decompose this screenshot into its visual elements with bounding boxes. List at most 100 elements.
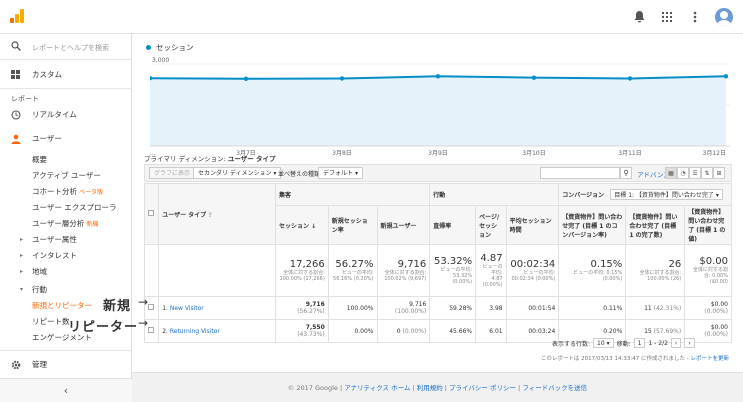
total-new-users-cell: 9,716 全体に対する割合: 100.02% (9,697)	[376, 244, 431, 297]
col-pages-per-session[interactable]: ページ/セッション	[475, 205, 507, 245]
sidebar-item-admin[interactable]: 管理	[0, 356, 132, 374]
total-pps: 4.87	[480, 253, 503, 264]
created-text: このレポートは 2017/03/13 14:33:47 に作成されました -	[540, 356, 691, 362]
goal-select-value: 目標 1: 【資貨物件】問い合わせ完了	[614, 192, 714, 199]
prev-page-button[interactable]: ‹	[670, 338, 682, 348]
sidebar-item-custom[interactable]: カスタム	[0, 66, 132, 84]
apps-grid-icon[interactable]	[659, 9, 675, 25]
col-new-users[interactable]: 新規ユーザー	[376, 205, 431, 245]
row-checkbox[interactable]	[148, 327, 154, 333]
table-toolbar: グラフに表示 セカンダリ ディメンション ▾ 並べ替えの種類: デフォルト ▾ …	[144, 164, 732, 182]
total-pps-sub: ビューの平均: 4.87 (0.00%)	[482, 264, 503, 288]
chevron-down-icon: ▾	[354, 170, 358, 177]
sidebar-item-label: 地域	[32, 267, 47, 276]
new-users-cell: 9,716 (100.00%)	[376, 296, 431, 320]
col-goal-completions[interactable]: 【資貨物件】問い合わせ完了 (目標 1 の完了数)	[625, 205, 686, 245]
refresh-report-link[interactable]: レポートを更新	[690, 356, 729, 362]
column-header-label: 新規セッション率	[331, 218, 368, 234]
col-new-session-rate[interactable]: 新規セッション率	[327, 205, 378, 245]
graph-legend: セッション	[146, 42, 194, 53]
row-sessions-pct: (56.27%)	[297, 308, 325, 315]
col-user-type[interactable]: ユーザー タイプ ?	[158, 183, 276, 245]
total-avg-time-cell: 00:02:34 ビューの平均: 00:02:34 (0.00%)	[505, 244, 560, 297]
pivot-view-icon[interactable]: ⊞	[713, 167, 725, 179]
row-completions: 15	[644, 327, 652, 335]
primary-dimension-value[interactable]: ユーザー タイプ	[228, 155, 276, 163]
secondary-dimension-dropdown[interactable]: セカンダリ ディメンション ▾	[193, 167, 282, 179]
goto-page-input[interactable]: 1	[633, 338, 646, 348]
bell-icon[interactable]	[631, 9, 647, 25]
table-view-icon[interactable]: ▦	[665, 167, 677, 179]
x-tick-label: 3月8日	[332, 150, 352, 157]
select-all-checkbox[interactable]	[148, 210, 154, 216]
sidebar-item-realtime[interactable]: リアルタイム	[0, 106, 132, 124]
x-tick-label: 3月10日	[522, 150, 545, 157]
acquisition-group-header: 集客	[274, 183, 431, 206]
collapse-sidebar-button[interactable]: ‹	[0, 378, 132, 402]
series-point	[723, 74, 729, 79]
sidebar-item-label: カスタム	[32, 70, 62, 79]
row-sessions-pct: (43.73%)	[297, 331, 325, 338]
totals-row: 17,266 全体に対する割合: 100.00% (17,266) 56.27% ビ…	[143, 244, 732, 297]
gear-icon	[11, 356, 21, 377]
col-sessions[interactable]: セッション ↓	[274, 205, 329, 245]
performance-view-icon[interactable]: ☰	[689, 167, 701, 179]
col-goal-conversion-rate[interactable]: 【資貨物件】問い合わせ完了 (目標 1 のコンバージョン率)	[558, 205, 627, 245]
total-new-users: 9,716	[397, 259, 427, 270]
sidebar-item-geo[interactable]: ▸ 地域	[0, 263, 132, 281]
plot-rows-button[interactable]: グラフに表示	[149, 167, 196, 179]
footer-link-terms[interactable]: 利用規約	[417, 384, 443, 392]
col-avg-session-duration[interactable]: 平均セッション時間	[505, 205, 560, 245]
table-search-input[interactable]	[540, 167, 620, 179]
new-users-cell: 0 (0.00%)	[376, 319, 431, 343]
goal-select-dropdown[interactable]: 目標 1: 【資貨物件】問い合わせ完了 ▾	[610, 189, 723, 200]
sidebar-item-users[interactable]: ユーザー	[0, 130, 132, 148]
analytics-logo[interactable]	[10, 9, 24, 23]
total-conv-rate-sub: ビューの平均: 0.15% (0.00%)	[573, 270, 623, 282]
row-user-type-link[interactable]: Returning Visitor	[170, 328, 220, 335]
footer-link-home[interactable]: アナリティクス ホーム	[344, 384, 410, 392]
x-tick-label: 3月11日	[618, 150, 641, 157]
goto-label: 移動:	[616, 340, 631, 348]
more-vert-icon[interactable]	[687, 9, 703, 25]
row-value-pct: (0.00%)	[704, 308, 728, 315]
row-value-pct: (0.00%)	[704, 331, 728, 338]
rows-label: 表示する行数:	[552, 340, 591, 348]
row-index: 2.	[162, 327, 168, 335]
footer-link-feedback[interactable]: フィードバックを送信	[522, 384, 587, 392]
footer-link-privacy[interactable]: プライバシー ポリシー	[449, 384, 516, 392]
col-bounce-rate[interactable]: 直帰率	[429, 205, 477, 245]
row-checkbox[interactable]	[148, 304, 154, 310]
row-pps: 3.98	[475, 296, 507, 320]
sessions-cell: 9,716 (56.27%)	[274, 296, 329, 320]
account-avatar[interactable]	[715, 8, 733, 26]
search-icon[interactable]: ⚲	[620, 167, 632, 179]
sidebar: レポートとヘルプを検索 カスタム レポート リアルタイム ユーザー 概要 アクテ…	[0, 34, 132, 402]
column-header-label: ページ/セッション	[479, 213, 500, 239]
row-completions: 11	[644, 304, 652, 312]
col-goal-value[interactable]: 【資貨物件】問い合わせ完了 (目標 1 の値)	[684, 205, 732, 245]
comparison-view-icon[interactable]: ⇅	[701, 167, 713, 179]
sidebar-search[interactable]: レポートとヘルプを検索	[0, 34, 132, 60]
rows-per-page-select[interactable]: 10 ▾	[593, 338, 614, 348]
view-toggle-group: ▦ ◔ ☰ ⇅ ⊞	[665, 167, 725, 179]
value-cell: $0.00 (0.00%)	[684, 296, 732, 320]
data-table: ユーザー タイプ ? 集客 行動 コンバージョン 目標 1: 【資貨物件】問い合…	[143, 183, 732, 343]
conversion-group-header: コンバージョン 目標 1: 【資貨物件】問い合わせ完了 ▾	[558, 183, 732, 206]
next-page-button[interactable]: ›	[684, 338, 695, 348]
conversion-label: コンバージョン	[562, 192, 605, 199]
sort-desc-icon: ↓	[311, 222, 317, 230]
sort-type-dropdown[interactable]: デフォルト ▾	[318, 167, 363, 179]
sessions-cell: 7,550 (43.73%)	[274, 319, 329, 343]
annotation-new: 新規	[103, 299, 132, 314]
total-new-rate: 56.27%	[335, 259, 374, 270]
row-new-users-pct: (0.00%)	[402, 327, 427, 335]
pie-view-icon[interactable]: ◔	[677, 167, 689, 179]
clock-icon	[11, 106, 21, 127]
row-user-type-link[interactable]: New Visitor	[170, 305, 204, 312]
x-tick-label: 3月9日	[428, 150, 448, 157]
total-completions-cell: 26 全体に対する割合: 100.00% (26)	[625, 244, 686, 297]
total-conv-rate: 0.15%	[590, 259, 623, 270]
annotation-arrow-icon: →	[138, 316, 149, 330]
total-new-users-sub: 全体に対する割合: 100.02% (9,697)	[384, 270, 427, 282]
